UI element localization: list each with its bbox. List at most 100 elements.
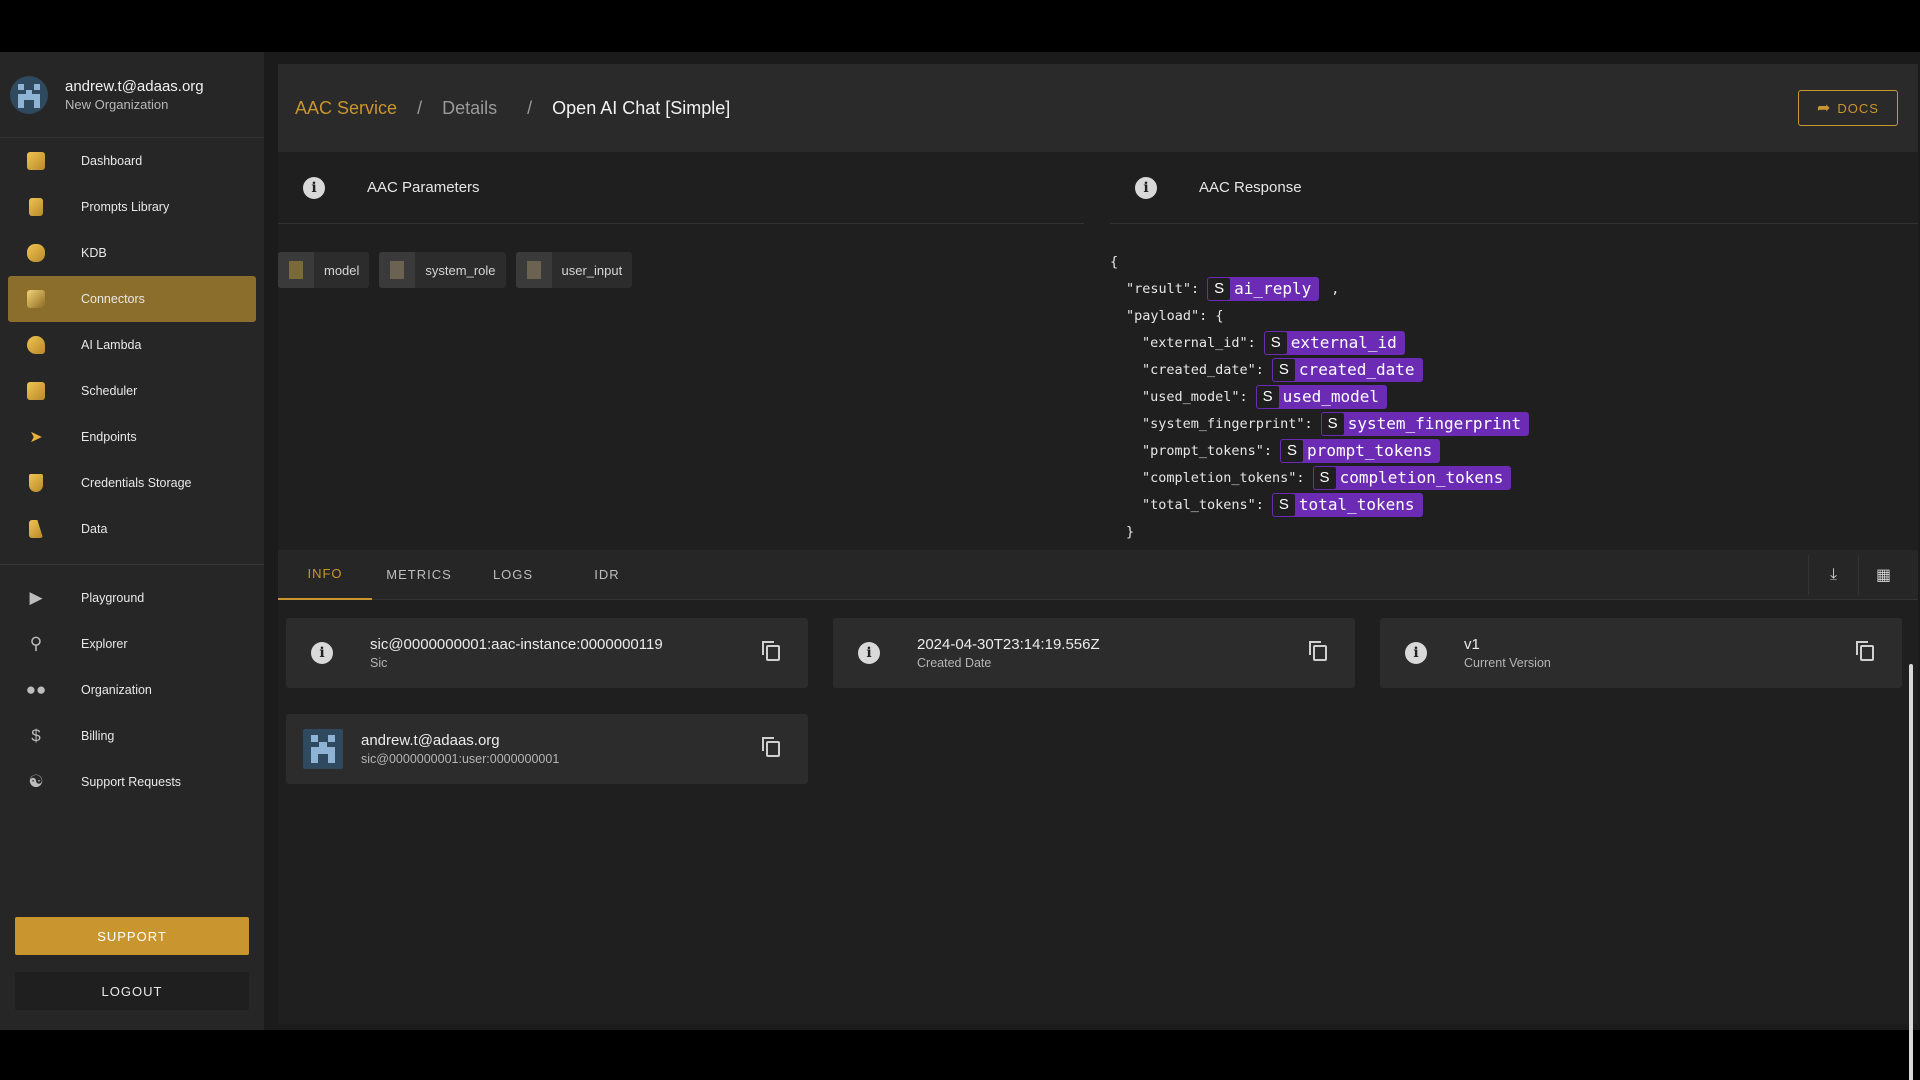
breadcrumb-separator: / [417,97,423,118]
sidebar-item-data[interactable]: Data [8,506,256,552]
connectors-icon [25,288,47,310]
avatar [10,75,48,114]
prompts-library-icon [25,196,47,218]
parameter-chip-user-input[interactable]: user_input [515,252,633,288]
response-tag-result[interactable]: Sai_reply [1207,276,1320,301]
breadcrumb-details-link[interactable]: Details [442,98,497,118]
owner-card: andrew.t@adaas.org sic@0000000001:user:0… [286,714,808,784]
sidebar-item-kdb[interactable]: KDB [8,230,256,276]
copy-icon[interactable] [1309,641,1327,661]
json-key: "created_date": [1142,361,1264,378]
string-type-badge: S [1272,358,1295,381]
user-organization: New Organization [65,96,169,112]
response-title: AAC Response [1199,179,1302,196]
created-date-label: Created Date [917,656,992,670]
response-tag[interactable]: Scompletion_tokens [1312,465,1512,490]
response-header: i AAC Response [1110,152,1918,224]
user-profile[interactable]: andrew.t@adaas.org New Organization [0,52,264,138]
sidebar-item-connectors[interactable]: Connectors [8,276,256,322]
download-button[interactable]: ⤓ [1808,555,1858,595]
scrollbar[interactable] [1909,664,1913,1080]
info-icon: i [858,642,880,664]
sic-card: i sic@0000000001:aac-instance:0000000119… [286,618,808,688]
sidebar-item-label: KDB [81,246,107,260]
shield-icon [25,472,47,494]
sidebar-item-credentials-storage[interactable]: Credentials Storage [8,460,256,506]
database-icon [25,242,47,264]
docs-label: DOCS [1837,100,1879,116]
detail-tabs: INFO METRICS LOGS IDR ⤓ ▦ [278,550,1918,600]
sidebar-item-dashboard[interactable]: Dashboard [8,138,256,184]
string-type-badge: S [1256,385,1279,408]
json-key: "payload": { [1126,307,1224,324]
copy-icon[interactable] [762,641,780,661]
chip-label: model [324,262,360,278]
sidebar-item-organization[interactable]: ●● Organization [8,667,256,713]
tag-value: total_tokens [1298,495,1415,514]
string-param-icon [515,252,552,288]
sidebar-item-label: Organization [81,683,152,697]
json-line: "result": Sai_reply , [1110,275,1529,302]
lambda-icon [25,334,47,356]
owner-sic: sic@0000000001:user:0000000001 [361,752,560,766]
page-header: AAC Service / Details / Open AI Chat [Si… [278,64,1918,152]
search-icon: ⚲ [29,634,43,653]
parameter-chip-system-role[interactable]: system_role [379,252,506,288]
data-icon [25,518,47,540]
parameter-chip-model[interactable]: model [278,252,370,288]
sidebar-item-label: Support Requests [81,775,182,789]
chip-label: system_role [425,262,496,278]
sidebar-item-explorer[interactable]: ⚲ Explorer [8,621,256,667]
tab-metrics[interactable]: METRICS [372,550,466,600]
sidebar-item-ai-lambda[interactable]: AI Lambda [8,322,256,368]
json-line: } [1110,518,1529,545]
response-tag[interactable]: Sexternal_id [1263,330,1405,355]
support-button[interactable]: SUPPORT [15,917,249,955]
sidebar-item-playground[interactable]: ▶ Playground [8,575,256,621]
breadcrumb-service-link[interactable]: AAC Service [295,98,397,118]
json-brace: } [1126,523,1135,540]
table-view-button[interactable]: ▦ [1858,555,1908,595]
people-icon: ●● [25,680,47,699]
json-key: "completion_tokens": [1142,469,1305,486]
sidebar-item-billing[interactable]: $ Billing [8,713,256,759]
copy-icon[interactable] [762,737,780,757]
sidebar-item-label: Credentials Storage [81,476,192,490]
main-content: AAC Service / Details / Open AI Chat [Si… [278,64,1918,1080]
logout-button[interactable]: LOGOUT [15,972,249,1010]
sidebar-item-label: Explorer [81,637,128,651]
created-date-card: i 2024-04-30T23:14:19.556Z Created Date [833,618,1355,688]
json-key: "used_model": [1142,388,1248,405]
string-type-badge: S [1313,466,1336,489]
response-tag[interactable]: Screated_date [1271,357,1423,382]
info-icon: i [1405,642,1427,664]
info-icon[interactable]: i [1135,176,1157,199]
response-tag[interactable]: Stotal_tokens [1271,492,1423,517]
tab-logs[interactable]: LOGS [466,550,560,600]
response-tag[interactable]: Sprompt_tokens [1280,438,1441,463]
page-title: Open AI Chat [Simple] [552,97,731,118]
tag-value: completion_tokens [1339,468,1504,487]
info-icon[interactable]: i [303,176,325,199]
string-param-icon [379,252,416,288]
tab-tools: ⤓ ▦ [1808,555,1908,595]
sidebar-item-support-requests[interactable]: ☯ Support Requests [8,759,256,805]
sidebar-item-label: Data [81,522,108,536]
string-type-badge: S [1321,412,1344,435]
json-comma: , [1331,280,1340,297]
response-tag[interactable]: Ssystem_fingerprint [1320,411,1530,436]
sidebar-item-prompts-library[interactable]: Prompts Library [8,184,256,230]
docs-button[interactable]: ➦ DOCS [1798,90,1898,126]
breadcrumb-separator: / [527,97,533,118]
tab-info[interactable]: INFO [278,550,372,600]
sidebar-item-label: Playground [81,591,145,605]
json-brace: { [1110,253,1119,270]
sidebar-item-endpoints[interactable]: ➤ Endpoints [8,414,256,460]
sidebar-item-label: Prompts Library [81,200,170,214]
copy-icon[interactable] [1856,641,1874,661]
response-tag[interactable]: Sused_model [1255,384,1387,409]
json-line: "total_tokens": Stotal_tokens [1110,491,1529,518]
sidebar-item-scheduler[interactable]: Scheduler [8,368,256,414]
tag-value: created_date [1298,360,1415,379]
tab-idr[interactable]: IDR [560,550,654,600]
